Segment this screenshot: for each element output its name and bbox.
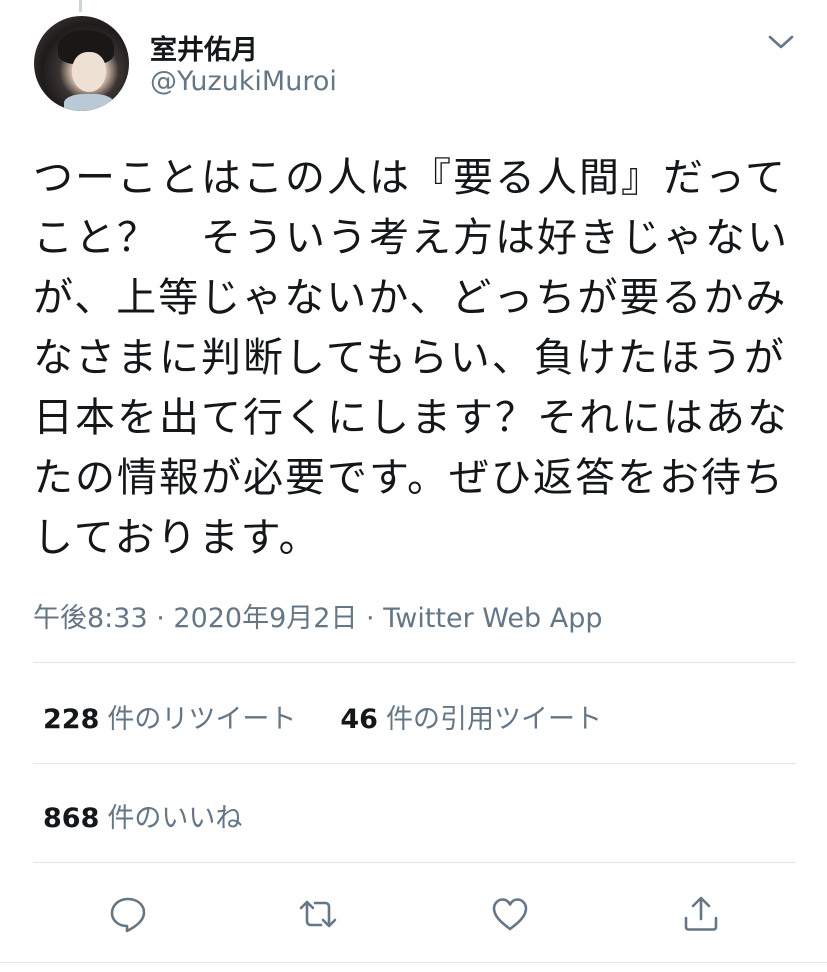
likes-count: 868 — [43, 803, 100, 834]
tweet-text: つーことはこの人は『要る人間』だってこと？ そういう考え方は好きじゃないが、上等… — [33, 155, 789, 561]
retweet-stats-row: 228 件のリツイート 46 件の引用ツイート — [43, 697, 602, 736]
divider — [33, 862, 796, 863]
tweet-time[interactable]: 午後8:33 — [33, 603, 148, 634]
tweet-meta: 午後8:33 · 2020年9月2日 · Twitter Web App — [33, 596, 603, 635]
like-button[interactable] — [488, 892, 532, 936]
author-handle[interactable]: @YuzukiMuroi — [150, 66, 337, 97]
retweets-count: 228 — [43, 704, 100, 735]
likes-stat[interactable]: 868 件のいいね — [43, 803, 242, 834]
comment-icon — [110, 897, 146, 933]
tweet-date[interactable]: 2020年9月2日 — [173, 603, 357, 634]
likes-stats-row: 868 件のいいね — [43, 796, 242, 835]
retweets-label: 件のリツイート — [107, 704, 297, 735]
quotes-label: 件の引用ツイート — [385, 704, 602, 735]
author-display-name[interactable]: 室井佑月 — [150, 28, 258, 67]
thread-line — [79, 0, 82, 12]
chevron-down-icon — [768, 35, 794, 49]
bottom-divider — [0, 962, 827, 963]
retweet-icon — [299, 900, 337, 928]
reply-button[interactable] — [106, 892, 150, 936]
quotes-stat[interactable]: 46 件の引用ツイート — [340, 704, 602, 735]
meta-separator: · — [147, 603, 174, 634]
divider — [33, 662, 796, 663]
avatar-face — [72, 52, 106, 92]
heart-icon — [492, 898, 528, 931]
likes-label: 件のいいね — [107, 803, 243, 834]
quotes-count: 46 — [340, 704, 378, 735]
divider — [33, 763, 796, 764]
avatar-collar — [64, 94, 114, 111]
retweet-button[interactable] — [296, 892, 340, 936]
share-icon — [684, 896, 718, 931]
avatar[interactable] — [34, 16, 129, 111]
more-options-button[interactable] — [766, 30, 796, 54]
meta-separator: · — [357, 603, 384, 634]
share-button[interactable] — [679, 892, 723, 936]
tweet-source[interactable]: Twitter Web App — [383, 603, 602, 634]
retweets-stat[interactable]: 228 件のリツイート — [43, 704, 296, 735]
